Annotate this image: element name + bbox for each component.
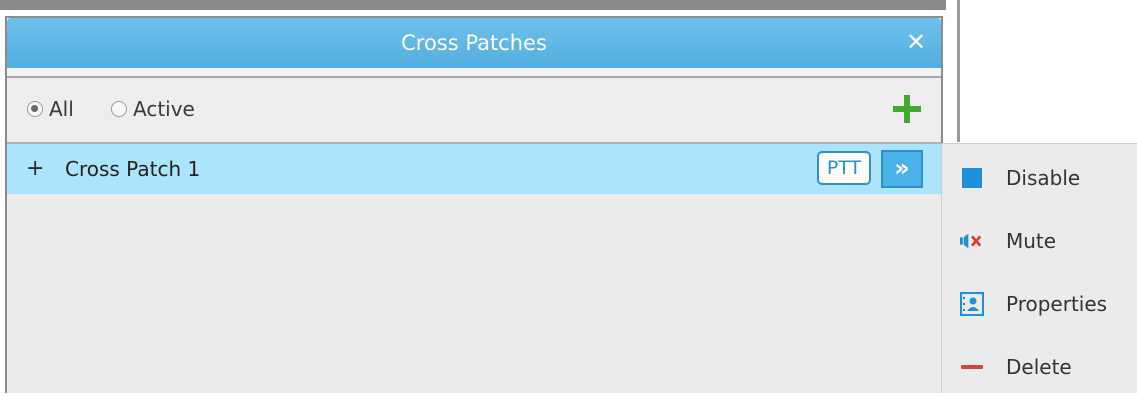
radio-all-label: All bbox=[49, 97, 74, 121]
close-icon[interactable]: ✕ bbox=[901, 27, 931, 57]
menu-item-label: Delete bbox=[1006, 355, 1072, 379]
plus-icon bbox=[893, 95, 921, 123]
minus-icon bbox=[960, 355, 984, 379]
cross-patch-name: Cross Patch 1 bbox=[65, 157, 201, 181]
menu-item-properties[interactable]: Properties bbox=[942, 275, 1137, 333]
radio-active-indicator bbox=[111, 101, 127, 117]
cross-patches-panel: Cross Patches ✕ All Active + Cross Patch… bbox=[5, 16, 943, 393]
title-bar: Cross Patches ✕ bbox=[7, 18, 941, 68]
filter-toolbar: All Active bbox=[7, 78, 941, 144]
menu-item-disable[interactable]: Disable bbox=[942, 149, 1137, 207]
more-actions-button[interactable]: » bbox=[881, 150, 923, 188]
square-icon bbox=[960, 166, 984, 190]
title-separator bbox=[7, 68, 941, 78]
window-frame-top bbox=[0, 0, 946, 10]
radio-active[interactable]: Active bbox=[111, 97, 195, 121]
list-item[interactable]: + Cross Patch 1 PTT » bbox=[7, 144, 941, 194]
menu-item-label: Properties bbox=[1006, 292, 1108, 316]
radio-all-indicator bbox=[27, 101, 43, 117]
contact-card-icon bbox=[960, 292, 984, 316]
cross-patch-list: + Cross Patch 1 PTT » bbox=[7, 144, 941, 393]
panel-title: Cross Patches bbox=[401, 31, 547, 55]
context-menu: Disable Mute Properties Delete bbox=[941, 143, 1137, 393]
expand-icon[interactable]: + bbox=[26, 144, 44, 194]
panel-divider bbox=[957, 0, 960, 142]
menu-item-mute[interactable]: Mute bbox=[942, 212, 1137, 270]
radio-all[interactable]: All bbox=[27, 97, 74, 121]
ptt-button[interactable]: PTT bbox=[817, 151, 871, 185]
speaker-mute-icon bbox=[960, 229, 984, 253]
menu-item-label: Mute bbox=[1006, 229, 1057, 253]
menu-item-label: Disable bbox=[1006, 166, 1081, 190]
menu-item-delete[interactable]: Delete bbox=[942, 338, 1137, 396]
add-cross-patch-button[interactable] bbox=[891, 93, 923, 125]
radio-active-label: Active bbox=[133, 97, 195, 121]
